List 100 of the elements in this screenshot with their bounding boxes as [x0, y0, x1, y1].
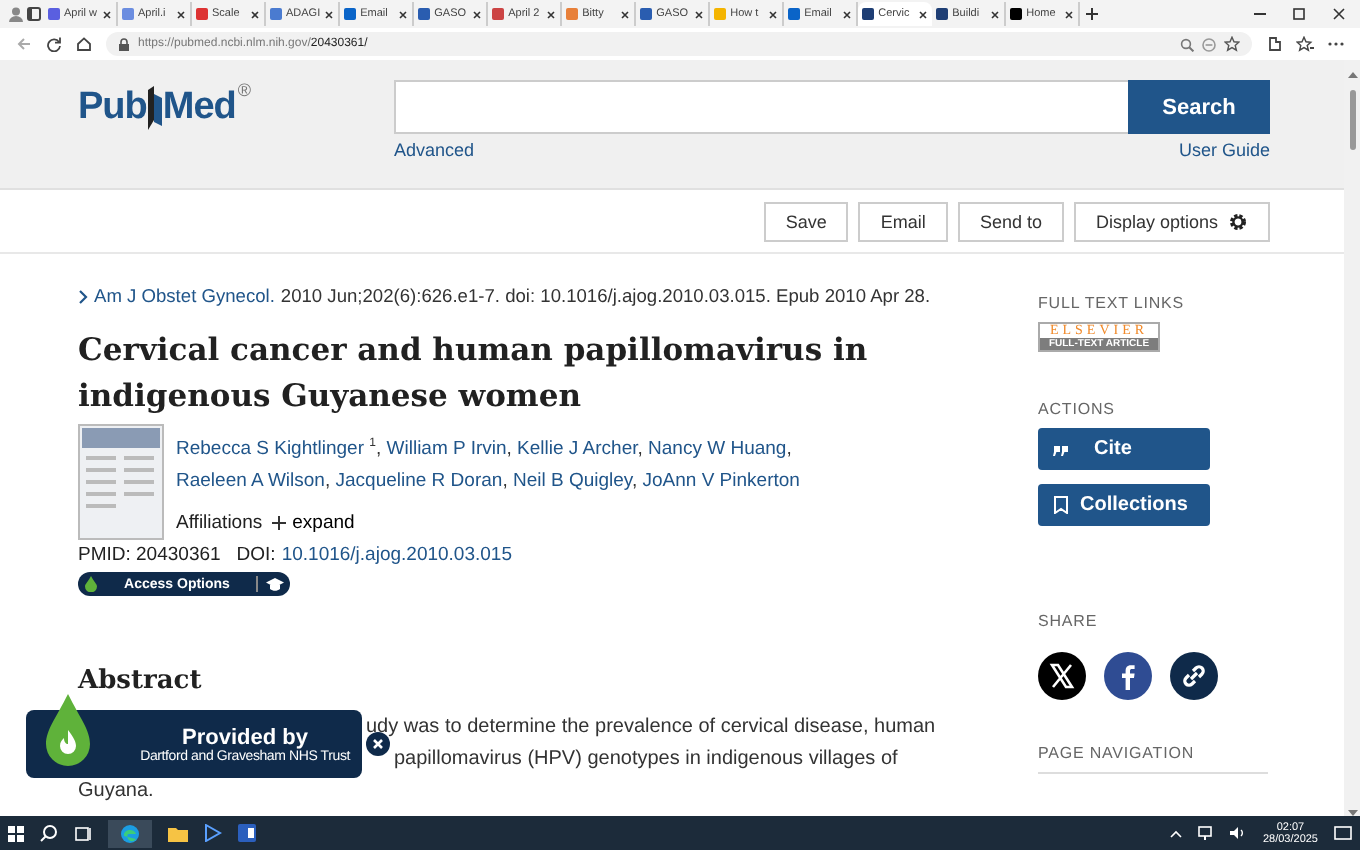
section-heading: PAGE NAVIGATION	[1038, 744, 1268, 774]
site-icon	[270, 8, 282, 20]
book-icon	[146, 86, 163, 130]
site-icon	[714, 8, 727, 20]
favorites-icon[interactable]	[1296, 36, 1314, 52]
close-icon[interactable]	[472, 9, 483, 19]
site-icon	[1010, 8, 1023, 20]
provider-title: Provided by	[182, 725, 308, 749]
journal-cover-thumbnail[interactable]	[78, 424, 164, 540]
footnote-mark[interactable]: 1	[369, 438, 376, 450]
citation-line: Am J Obstet Gynecol. 2010 Jun;202(6):626.e1-7. doi: 10.1016/j.ajog.2010.03.015. Epub 2010 Apr 28.	[78, 286, 960, 306]
site-icon	[640, 8, 653, 20]
zoom-icon[interactable]	[1180, 37, 1194, 51]
gear-icon	[1228, 211, 1248, 231]
collections-button[interactable]: Collections	[1038, 484, 1210, 526]
task-view-icon[interactable]	[74, 825, 92, 841]
quote-icon	[1052, 440, 1070, 458]
site-icon	[936, 8, 949, 20]
start-icon[interactable]	[8, 825, 24, 841]
search-field[interactable]	[394, 80, 1128, 134]
close-icon[interactable]	[250, 9, 260, 19]
toolbar-button[interactable]: Display options	[1073, 201, 1270, 241]
chevron-icon[interactable]	[78, 289, 88, 303]
pubmed-logo[interactable]: Pub Med®	[78, 80, 394, 136]
section-heading: FULL TEXT LINKS	[1038, 294, 1186, 312]
play-icon[interactable]	[204, 824, 222, 842]
close-icon[interactable]	[176, 9, 186, 19]
site-icon	[566, 8, 579, 20]
abstract-text: Guyana.	[78, 778, 154, 806]
author-link[interactable]: William P Irvin	[386, 438, 507, 461]
author-list: Rebecca S Kightlinger $^{1}$, William P Irvin, Kellie J Archer, Nancy W Huang, Raeleen A Wilson, Jacqueline R Doran, Neil B Quigley, JoAnn V Pinkerton	[176, 428, 800, 499]
section-heading: SHARE	[1038, 612, 1100, 630]
advanced-link[interactable]: Advanced	[394, 140, 475, 160]
extensions-icon[interactable]	[1266, 36, 1282, 52]
expand-button[interactable]: expand	[272, 512, 355, 535]
author-link[interactable]: Kellie J Archer	[517, 438, 638, 461]
copy-link-button[interactable]	[1170, 652, 1218, 700]
site-icon	[862, 8, 875, 20]
pmid-text: PMID: 20430361	[78, 544, 221, 566]
close-icon[interactable]	[694, 9, 705, 19]
site-icon	[788, 8, 801, 20]
cite-button[interactable]: Cite	[1038, 428, 1210, 470]
site-icon	[344, 8, 357, 20]
abstract-text: papillomavirus (HPV) genotypes in indigenous villages of	[394, 746, 898, 774]
affiliations-label: Affiliations	[176, 512, 263, 535]
close-icon[interactable]	[842, 9, 853, 19]
drop-icon	[84, 576, 98, 592]
star-icon[interactable]	[1224, 36, 1240, 52]
author-link[interactable]: Nancy W Huang	[648, 438, 787, 461]
doi-link[interactable]: 10.1016/j.ajog.2010.03.015	[281, 544, 512, 566]
toolbar-button[interactable]: Email	[858, 201, 948, 241]
abstract-text: udy was to determine the prevalence of cervical disease, human	[366, 714, 936, 742]
bookmark-icon	[1052, 496, 1070, 514]
article-title: Cervical cancer and human papillomavirus in indigenous Guyanese women	[78, 328, 870, 418]
search-button[interactable]: Search	[1128, 80, 1270, 134]
close-icon[interactable]	[620, 9, 631, 19]
author-link[interactable]: Rebecca S Kightlinger	[176, 438, 364, 461]
plus-icon	[272, 516, 287, 531]
volume-icon[interactable]	[1230, 826, 1247, 840]
close-icon[interactable]	[546, 9, 557, 19]
close-icon[interactable]	[1064, 9, 1075, 19]
network-icon[interactable]	[1198, 826, 1215, 840]
close-icon[interactable]	[990, 9, 1001, 19]
site-icon	[48, 8, 60, 20]
lock-icon	[118, 37, 130, 51]
x-share-button[interactable]	[1038, 652, 1086, 700]
scroll-up-icon[interactable]	[1347, 72, 1357, 78]
graduation-cap-icon	[266, 577, 284, 591]
site-icon	[122, 8, 134, 20]
site-icon	[492, 8, 505, 20]
close-icon[interactable]	[398, 9, 409, 19]
author-link[interactable]: Neil B Quigley	[512, 470, 632, 493]
facebook-share-button[interactable]	[1104, 652, 1152, 700]
reload-icon[interactable]	[46, 36, 62, 52]
user-guide-link[interactable]: User Guide	[1178, 140, 1270, 160]
close-icon[interactable]	[366, 732, 390, 756]
author-link[interactable]: JoAnn V Pinkerton	[642, 470, 800, 493]
notifications-icon[interactable]	[1334, 825, 1352, 841]
abstract-heading: Abstract	[78, 666, 204, 696]
chevron-up-icon[interactable]	[1170, 829, 1183, 837]
author-link[interactable]: Jacqueline R Doran	[335, 470, 503, 493]
site-icon	[418, 8, 431, 20]
close-icon[interactable]	[324, 9, 335, 19]
document-icon[interactable]	[238, 824, 256, 842]
close-icon[interactable]	[102, 9, 112, 19]
toolbar-button[interactable]: Save	[763, 201, 849, 241]
search-icon[interactable]	[40, 824, 58, 842]
folder-icon[interactable]	[168, 825, 188, 841]
doi-label: DOI:	[236, 544, 276, 566]
flame-drop-icon	[44, 694, 92, 770]
author-link[interactable]: Raeleen A Wilson	[176, 470, 325, 493]
home-icon[interactable]	[76, 36, 92, 52]
section-heading: ACTIONS	[1038, 400, 1117, 418]
tab-actions-icon[interactable]	[24, 6, 44, 22]
toolbar-button[interactable]: Send to	[957, 201, 1064, 241]
site-icon	[196, 8, 208, 20]
close-icon[interactable]	[918, 9, 929, 19]
close-icon[interactable]	[768, 9, 779, 19]
edge-icon[interactable]	[108, 819, 152, 847]
journal-link[interactable]: Am J Obstet Gynecol.	[94, 286, 275, 306]
